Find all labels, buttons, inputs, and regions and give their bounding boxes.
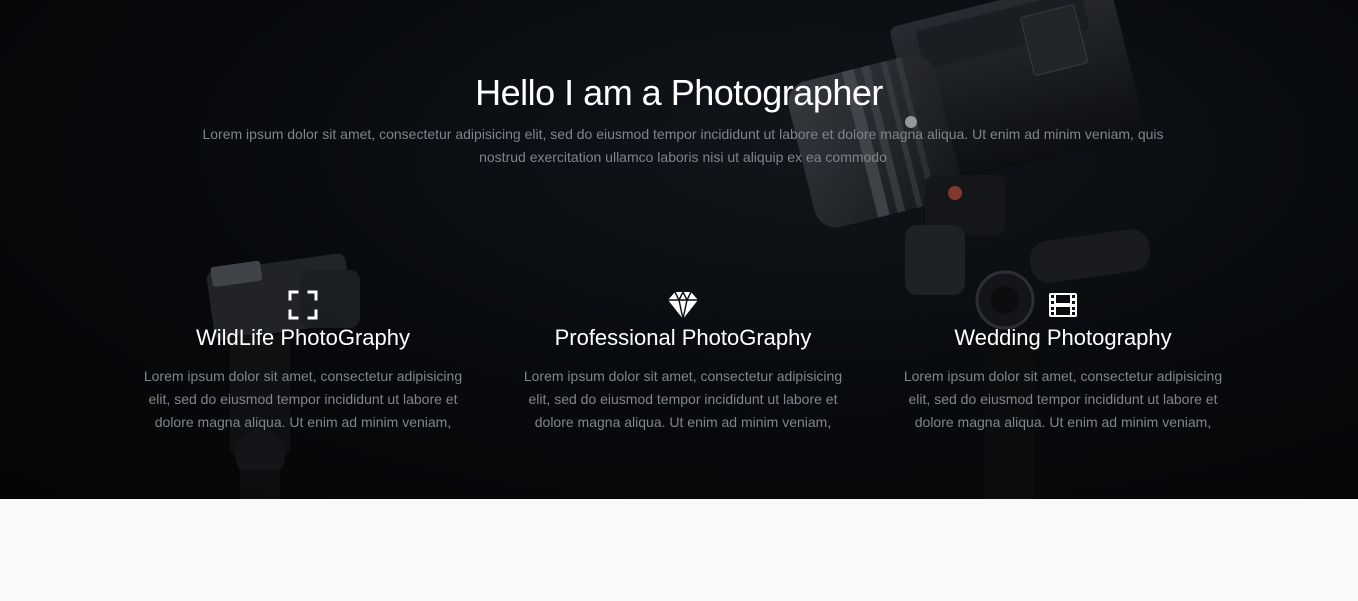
service-title: Wedding Photography xyxy=(954,325,1172,350)
hero-description: Lorem ipsum dolor sit amet, consectetur … xyxy=(202,126,1164,165)
service-description: Lorem ipsum dolor sit amet, consectetur … xyxy=(523,368,843,430)
service-title: Professional PhotoGraphy xyxy=(554,325,812,350)
service-description: Lorem ipsum dolor sit amet, consectetur … xyxy=(143,368,463,430)
service-description: Lorem ipsum dolor sit amet, consectetur … xyxy=(903,368,1223,430)
service-title: WildLife PhotoGraphy xyxy=(196,325,410,350)
service-card-wildlife: WildLife PhotoGraphy Lorem ipsum dolor s… xyxy=(133,288,473,434)
expand-icon xyxy=(288,290,318,320)
film-icon xyxy=(1049,293,1077,317)
hero-section: Hello I am a Photographer Lorem ipsum do… xyxy=(0,0,1358,499)
service-card-professional: Professional PhotoGraphy Lorem ipsum dol… xyxy=(513,288,853,434)
service-card-wedding: Wedding Photography Lorem ipsum dolor si… xyxy=(893,288,1233,434)
page-title: Hello I am a Photographer xyxy=(475,72,883,113)
diamond-icon xyxy=(668,290,698,320)
